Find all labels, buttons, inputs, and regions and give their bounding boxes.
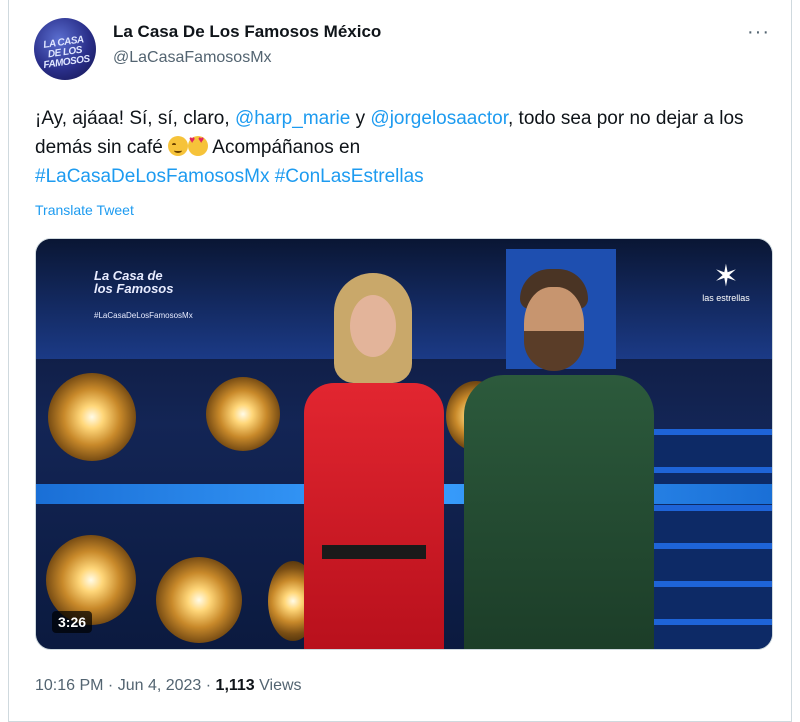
meta-separator: ·: [201, 677, 216, 694]
video-player[interactable]: La Casa de los Famosos #LaCasaDeLosFamos…: [35, 238, 773, 650]
text-segment: Acompáñanos en: [208, 137, 361, 158]
host-man-green-suit: [444, 269, 674, 649]
avatar[interactable]: LA CASA DE LOS FAMOSOS: [34, 18, 96, 80]
avatar-logo-text: LA CASA DE LOS FAMOSOS: [42, 34, 91, 72]
tweet-meta: 10:16 PM · Jun 4, 2023 · 1,113 Views: [35, 677, 302, 695]
meta-separator: ·: [103, 677, 118, 694]
stage-lamp: [48, 373, 136, 461]
show-hashtag-overlay: #LaCasaDeLosFamososMx: [94, 311, 193, 320]
heart-eyes-emoji: [188, 136, 209, 156]
tweet-card: LA CASA DE LOS FAMOSOS La Casa De Los Fa…: [8, 0, 792, 722]
tweet-text: ¡Ay, ajáaa! Sí, sí, claro, @harp_marie y…: [35, 104, 775, 191]
show-logo: La Casa de los Famosos: [94, 268, 174, 296]
star-icon: ✶: [713, 260, 739, 293]
video-duration-badge: 3:26: [52, 611, 93, 633]
tweet-date[interactable]: Jun 4, 2023: [118, 677, 202, 694]
network-logo-label: las estrellas: [702, 293, 750, 303]
tweet-time[interactable]: 10:16 PM: [35, 677, 103, 694]
author-name[interactable]: La Casa De Los Famosos México: [113, 22, 381, 42]
author-handle[interactable]: @LaCasaFamososMx: [113, 49, 272, 67]
stage-lamp: [156, 557, 242, 643]
network-logo: ✶ las estrellas: [696, 260, 756, 304]
host-woman-red-dress: [272, 273, 472, 649]
translate-tweet-link[interactable]: Translate Tweet: [35, 202, 134, 218]
mention-harp-marie[interactable]: @harp_marie: [235, 108, 350, 129]
hashtag-conlasestrellas[interactable]: #ConLasEstrellas: [275, 166, 424, 187]
stage-lamp: [206, 377, 280, 451]
text-segment: y: [350, 108, 371, 129]
mention-jorgelosaactor[interactable]: @jorgelosaactor: [370, 108, 508, 129]
hashtag-lacasadelosfamososmx[interactable]: #LaCasaDeLosFamososMx: [35, 166, 269, 187]
views-count: 1,113: [215, 677, 255, 694]
views-label: Views: [254, 677, 302, 694]
more-options-icon[interactable]: ···: [747, 22, 770, 42]
text-segment: ¡Ay, ajáaa! Sí, sí, claro,: [35, 108, 235, 129]
relieved-face-emoji: [168, 136, 189, 156]
